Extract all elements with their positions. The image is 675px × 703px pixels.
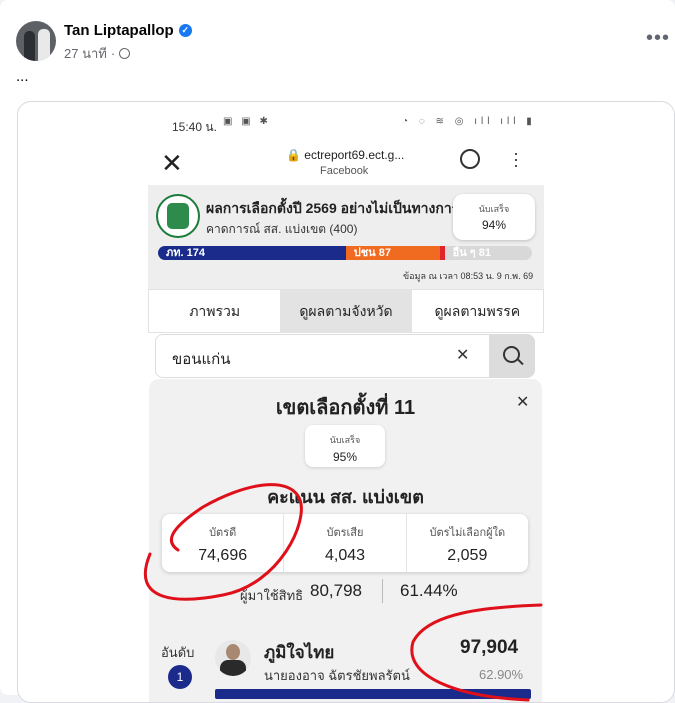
red-arc-votes xyxy=(410,603,543,702)
author-name-row: Tan Liptapallop ✓ xyxy=(64,22,192,39)
post-image[interactable]: 15:40 น. ▣ ▣ ✱ ◔ ◌ ≋ ◎ ıll ıll ▮ ✕ 🔒 ect… xyxy=(17,101,675,703)
phone-screenshot: 15:40 น. ▣ ▣ ✱ ◔ ◌ ≋ ◎ ıll ıll ▮ ✕ 🔒 ect… xyxy=(18,102,674,702)
verified-badge-icon: ✓ xyxy=(178,24,192,37)
more-options-icon[interactable]: ••• xyxy=(646,28,670,48)
post-time[interactable]: 27 นาที xyxy=(64,43,107,64)
red-annotation-layer xyxy=(143,483,543,702)
author-name[interactable]: Tan Liptapallop xyxy=(64,22,174,39)
facebook-post: Tan Liptapallop ✓ 27 นาที · ••• ... 15:4… xyxy=(0,0,675,703)
red-circle-valid-ballots xyxy=(143,483,303,601)
meta-separator: · xyxy=(110,46,116,61)
author-avatar[interactable] xyxy=(16,21,56,61)
globe-icon xyxy=(119,48,131,59)
post-caption: ... xyxy=(16,68,29,85)
post-meta: 27 นาที · xyxy=(64,43,131,64)
